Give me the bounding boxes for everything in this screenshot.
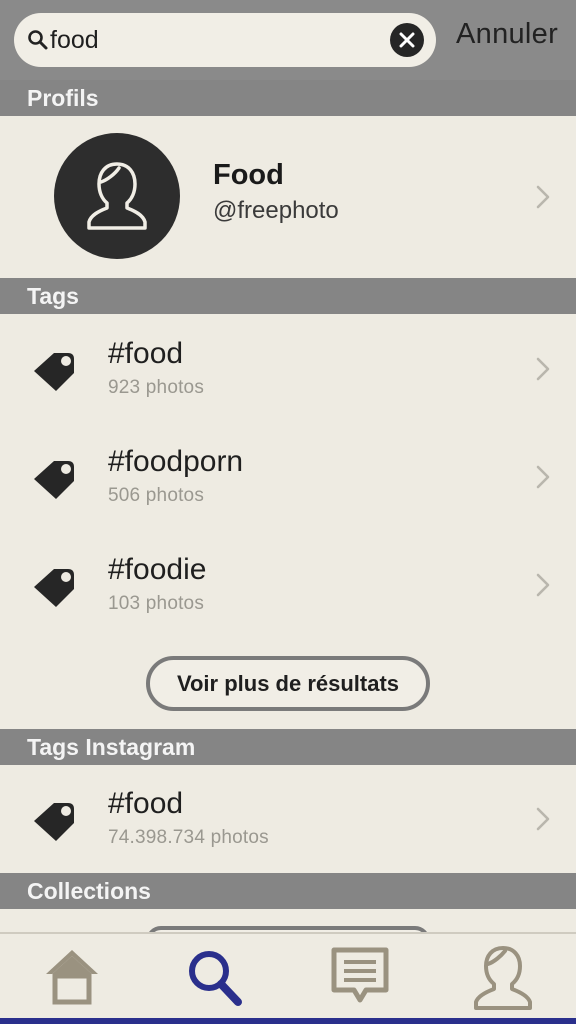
instagram-tag-row[interactable]: #food 74.398.734 photos [0,765,576,873]
tag-count: 103 photos [108,593,205,614]
chevron-right-icon [536,357,550,381]
tag-row[interactable]: #food 923 photos [0,315,576,423]
search-icon [189,951,242,1006]
chevron-right-icon [536,465,550,489]
tab-home[interactable] [32,944,112,1016]
tab-search[interactable] [174,944,254,1016]
search-field[interactable] [14,13,436,67]
tab-bar-accent-line [0,1018,576,1024]
tag-icon [34,803,74,841]
close-icon [399,32,415,48]
tag-row[interactable]: #foodie 103 photos [0,531,576,639]
profile-handle: @freephoto [213,197,339,224]
profile-name: Food [213,159,284,191]
tag-count: 74.398.734 photos [108,827,269,848]
tag-count: 923 photos [108,377,205,398]
tag-icon [34,353,74,391]
tag-name: #foodporn [108,445,244,478]
cancel-button[interactable]: Annuler [456,18,558,51]
profile-icon [474,946,532,1010]
tag-icon [34,461,74,499]
user-silhouette-icon [87,162,147,230]
search-icon [28,30,48,50]
search-bar: Annuler [0,0,576,80]
section-header-tags: Tags [0,278,576,314]
tag-icon [34,569,74,607]
section-header-profiles: Profils [0,80,576,116]
tab-bar [0,932,576,1024]
chevron-right-icon [536,573,550,597]
chevron-right-icon [536,185,550,209]
chevron-right-icon [536,807,550,831]
messages-icon [331,947,389,1003]
more-results-button[interactable]: Voir plus de résultats [146,656,430,711]
tag-name: #food [108,337,184,370]
section-header-collections: Collections [0,873,576,909]
section-header-instagram-tags: Tags Instagram [0,729,576,765]
tag-count: 506 photos [108,485,205,506]
tag-row[interactable]: #foodporn 506 photos [0,423,576,531]
home-icon [46,950,98,1005]
search-input[interactable] [50,19,390,61]
profile-row[interactable]: Food @freephoto [0,116,576,278]
search-screen: Annuler Profils Food @freephoto Tags #fo… [0,0,576,1024]
clear-search-button[interactable] [390,23,424,57]
tag-name: #food [108,787,184,820]
tab-profile[interactable] [463,944,543,1016]
tag-name: #foodie [108,553,207,586]
avatar [54,133,180,259]
tab-messages[interactable] [320,944,400,1016]
